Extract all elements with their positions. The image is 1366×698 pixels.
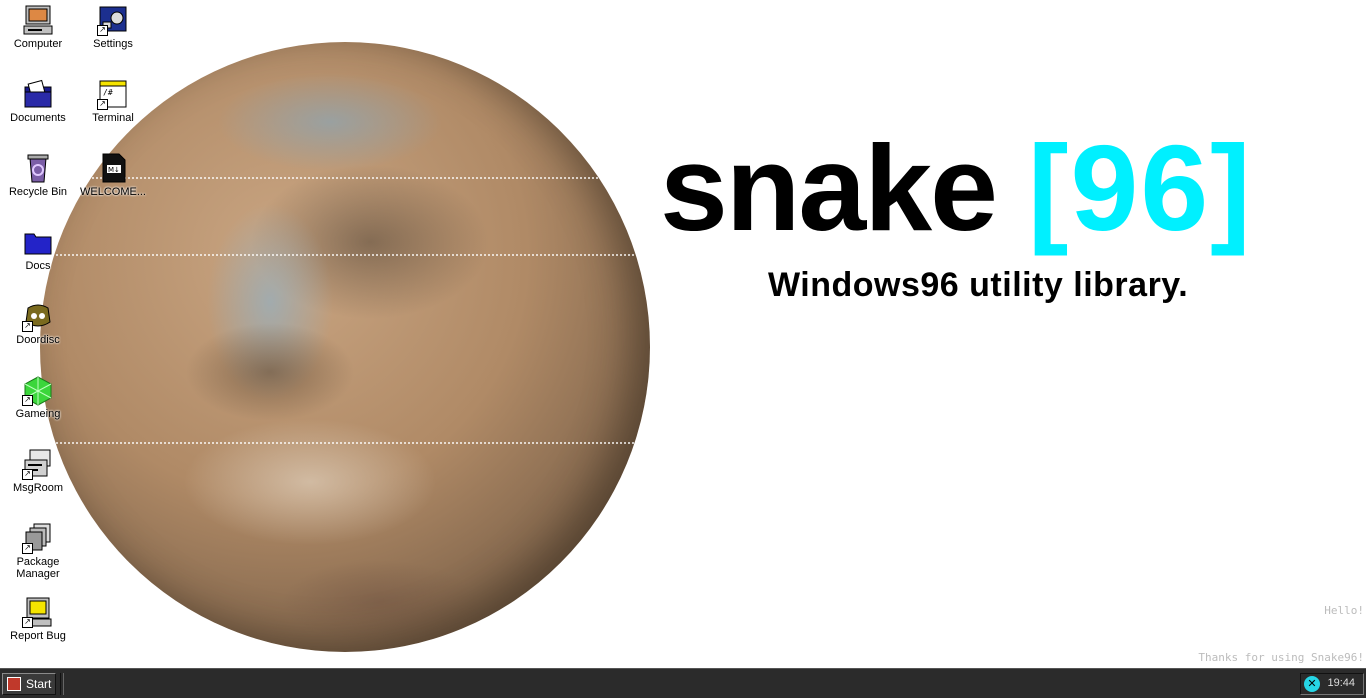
desktop-icon-label: MsgRoom: [12, 482, 64, 494]
desktop-icon-label: Documents: [10, 112, 66, 124]
desktop-icon-report-bug[interactable]: ↗ Report Bug: [0, 596, 76, 642]
planet-wallpaper-image: [20, 42, 670, 652]
computer-icon: [22, 4, 54, 36]
folder-icon: [22, 226, 54, 258]
desktop-icon-computer[interactable]: Computer: [0, 4, 76, 50]
shortcut-arrow-icon: ↗: [97, 25, 108, 36]
desktop-icon-docs[interactable]: Docs: [0, 226, 76, 272]
system-tray: ✕ 19:44: [1300, 673, 1364, 695]
desktop-icon-msgroom[interactable]: ↗ MsgRoom: [0, 448, 76, 494]
documents-folder-icon: [22, 78, 54, 110]
shortcut-arrow-icon: ↗: [22, 321, 33, 332]
shortcut-arrow-icon: ↗: [22, 395, 33, 406]
desktop[interactable]: Computer Documents Recycle Bin Docs ↗ Do…: [0, 0, 1366, 668]
shortcut-arrow-icon: ↗: [22, 543, 33, 554]
taskbar-separator: [60, 673, 64, 695]
desktop-icon-documents[interactable]: Documents: [0, 78, 76, 124]
desktop-icon-label: WELCOME...: [79, 186, 146, 198]
start-button[interactable]: Start: [2, 673, 56, 695]
wallpaper-title-main: snake: [660, 120, 998, 256]
desktop-icon-gameing[interactable]: ↗ Gameing: [0, 374, 76, 420]
desktop-icon-label: Terminal: [92, 112, 134, 124]
recycle-bin-icon: [22, 152, 54, 184]
report-bug-icon: ↗: [22, 596, 54, 628]
wallpaper-title: snake [96]: [660, 118, 1253, 258]
taskbar: Start ✕ 19:44: [0, 668, 1366, 698]
shortcut-arrow-icon: ↗: [22, 617, 33, 628]
desktop-icon-label: Docs: [25, 260, 51, 272]
desktop-icon-label: Settings: [93, 38, 133, 50]
log-thanks: Thanks for using Snake96!: [1198, 651, 1364, 664]
desktop-icon-label: Report Bug: [10, 630, 66, 642]
markdown-file-icon: M↓: [97, 152, 129, 184]
desktop-icon-welcome[interactable]: M↓ WELCOME...: [75, 152, 151, 198]
gaming-cube-icon: ↗: [22, 374, 54, 406]
windows96-logo-icon: [7, 677, 21, 691]
desktop-icon-label: Recycle Bin: [8, 186, 68, 198]
desktop-icon-doordisc[interactable]: ↗ Doordisc: [0, 300, 76, 346]
snake96-tray-icon[interactable]: ✕: [1304, 676, 1320, 692]
doordisc-icon: ↗: [22, 300, 54, 332]
desktop-icon-recycle-bin[interactable]: Recycle Bin: [0, 152, 76, 198]
desktop-icon-settings[interactable]: ↗ Settings: [75, 4, 151, 50]
package-manager-icon: ↗: [22, 522, 54, 554]
desktop-icon-terminal[interactable]: /# ↗ Terminal: [75, 78, 151, 124]
wallpaper-subtitle: Windows96 utility library.: [768, 266, 1189, 304]
desktop-icon-label: Computer: [13, 38, 63, 50]
shortcut-arrow-icon: ↗: [97, 99, 108, 110]
desktop-icon-label: Gameing: [15, 408, 61, 420]
desktop-icon-label: Package Manager: [16, 556, 60, 580]
desktop-icon-package-manager[interactable]: ↗ Package Manager: [0, 522, 76, 580]
settings-icon: ↗: [97, 4, 129, 36]
msgroom-icon: ↗: [22, 448, 54, 480]
start-label: Start: [26, 677, 52, 691]
shortcut-arrow-icon: ↗: [22, 469, 33, 480]
clock[interactable]: 19:44: [1327, 677, 1355, 689]
wallpaper-title-accent: [96]: [1027, 120, 1253, 256]
svg-text:/#: /#: [103, 88, 113, 97]
desktop-icon-label: Doordisc: [16, 334, 60, 346]
svg-text:M↓: M↓: [108, 166, 120, 174]
terminal-icon: /# ↗: [97, 78, 129, 110]
log-hello: Hello!: [1324, 604, 1364, 617]
